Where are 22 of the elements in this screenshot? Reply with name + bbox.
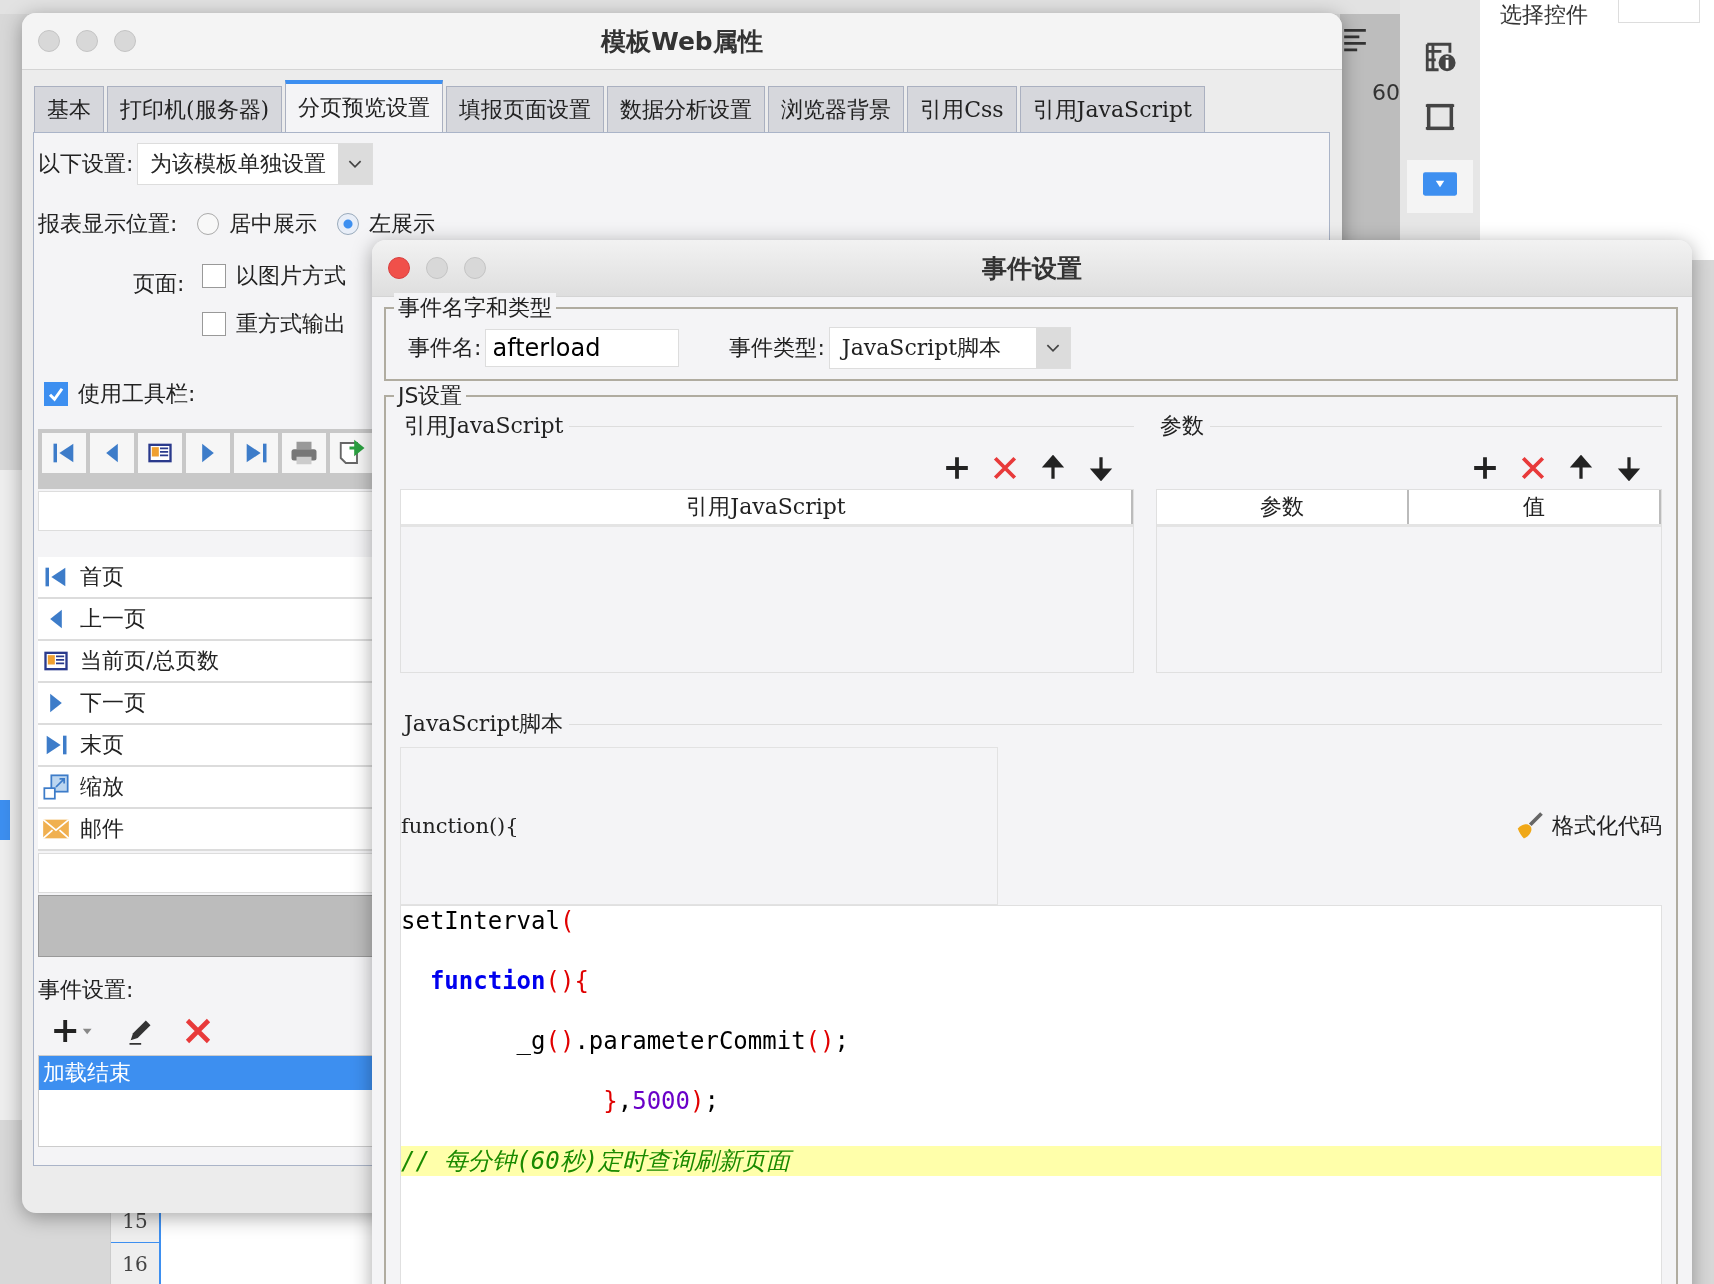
window-title: 事件设置 — [982, 252, 1082, 285]
section-label: 事件设置: — [38, 976, 134, 1004]
option-label: 以图片方式 — [236, 262, 347, 290]
field-label: 页面: — [133, 270, 185, 298]
field-label: 事件类型: — [729, 334, 825, 362]
option-label: 重方式输出 — [236, 310, 347, 338]
ruler-number: 60 — [1372, 80, 1400, 105]
code-line: _g().parameterCommit(); — [515, 1026, 850, 1057]
section-title: 参数 — [1159, 412, 1204, 440]
window-title: 模板Web属性 — [601, 25, 763, 58]
field-label: 报表显示位置: — [38, 210, 178, 238]
field-label: 以下设置: — [38, 150, 134, 178]
panel-label: 选择控件 — [1500, 1, 1588, 29]
code-line: },5000); — [602, 1086, 720, 1117]
section-title: 引用JavaScript — [403, 412, 564, 440]
option-label: 居中展示 — [229, 210, 318, 238]
field-label: 事件名: — [408, 334, 482, 362]
option-label: 使用工具栏: — [78, 380, 196, 408]
option-label: 左展示 — [369, 210, 436, 238]
code-line: function(){ — [428, 966, 590, 997]
row-number: 16 — [111, 1243, 161, 1284]
code-line: setInterval( — [401, 906, 576, 937]
